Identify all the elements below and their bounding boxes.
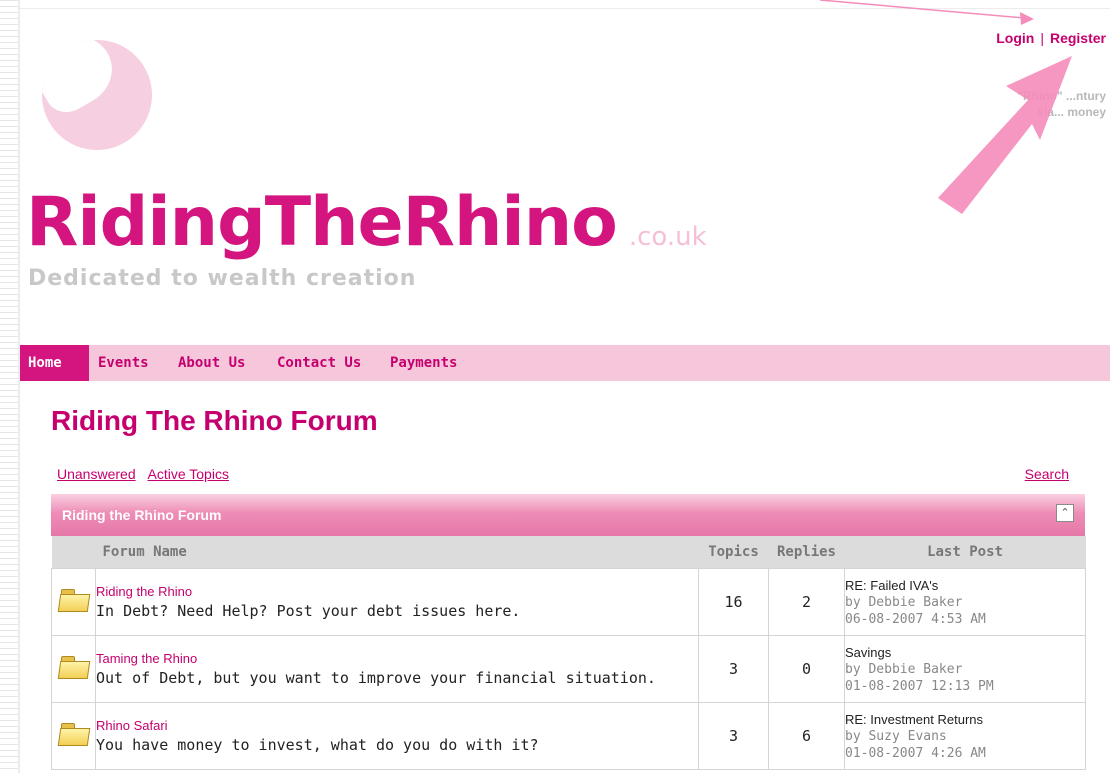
last-post-author: by Suzy Evans (845, 728, 947, 744)
annotation-big-arrow-icon (938, 56, 1072, 214)
folder-icon (51, 568, 96, 636)
table-row: Rhino Safari You have money to invest, w… (51, 702, 1086, 770)
replies-count: 0 (768, 635, 845, 703)
last-post-date: 06-08-2007 4:53 AM (845, 611, 986, 627)
folder-icon (51, 635, 96, 703)
table-row: Riding the Rhino In Debt? Need Help? Pos… (51, 568, 1086, 636)
header-icon-spacer (51, 536, 96, 569)
forum-description: You have money to invest, what do you do… (96, 736, 539, 754)
forum-group-title: Riding the Rhino Forum (62, 507, 222, 523)
collapse-icon[interactable]: ⌃ (1056, 504, 1074, 522)
nav-home[interactable]: Home (20, 345, 89, 381)
forum-group-header: Riding the Rhino Forum ⌃ (51, 494, 1085, 536)
last-post-link[interactable]: RE: Failed IVA's (845, 577, 1085, 594)
replies-count: 2 (768, 568, 845, 636)
tagline-line-2: sla... money (1037, 105, 1106, 119)
forum-name-cell: Rhino Safari You have money to invest, w… (95, 702, 699, 770)
topics-count: 3 (698, 702, 769, 770)
last-post-author: by Debbie Baker (845, 661, 963, 677)
forum-link[interactable]: Rhino Safari (96, 718, 698, 733)
nav-about-us[interactable]: About Us (178, 345, 245, 381)
topics-count: 3 (698, 635, 769, 703)
page-title: Riding The Rhino Forum (51, 405, 378, 436)
table-header-row: Forum Name Topics Replies Last Post (51, 536, 1086, 569)
header-topics: Topics (698, 536, 769, 569)
left-margin-border (18, 0, 20, 773)
site-subtitle: Dedicated to wealth creation (28, 266, 417, 291)
nav-payments[interactable]: Payments (390, 345, 457, 381)
link-separator: | (1040, 30, 1044, 46)
forum-link[interactable]: Taming the Rhino (96, 651, 698, 666)
last-post-cell: Savings by Debbie Baker 01-08-2007 12:13… (844, 635, 1086, 703)
nav-contact-us[interactable]: Contact Us (277, 345, 361, 381)
topics-count: 16 (698, 568, 769, 636)
register-link[interactable]: Register (1050, 30, 1106, 46)
forum-description: Out of Debt, but you want to improve you… (96, 669, 656, 687)
last-post-link[interactable]: Savings (845, 644, 1085, 661)
forum-name-cell: Riding the Rhino In Debt? Need Help? Pos… (95, 568, 699, 636)
brand-name: RidingTheRhino (26, 183, 618, 262)
annotation-thin-arrow-line (819, 0, 1025, 19)
brand-tld: .co.uk (628, 222, 707, 252)
last-post-link[interactable]: RE: Investment Returns (845, 711, 1085, 728)
forum-description: In Debt? Need Help? Post your debt issue… (96, 602, 521, 620)
forum-table: Forum Name Topics Replies Last Post Ridi… (51, 536, 1086, 770)
tagline-line-1: "Rhino" ...ntury (1017, 89, 1106, 103)
top-border (20, 8, 1110, 9)
last-post-author: by Debbie Baker (845, 594, 963, 610)
login-link[interactable]: Login (996, 30, 1034, 46)
main-nav: Home Events About Us Contact Us Payments (20, 345, 1110, 381)
header-last-post: Last Post (844, 536, 1086, 569)
annotation-thin-arrow-head (1020, 12, 1034, 25)
folder-icon (51, 702, 96, 770)
account-links: Login | Register (996, 30, 1106, 46)
rhino-logo-icon (42, 40, 152, 150)
nav-events[interactable]: Events (98, 345, 149, 381)
table-row: Taming the Rhino Out of Debt, but you wa… (51, 635, 1086, 703)
last-post-date: 01-08-2007 4:26 AM (845, 745, 986, 761)
left-ruled-margin (0, 0, 18, 773)
replies-count: 6 (768, 702, 845, 770)
active-topics-link[interactable]: Active Topics (148, 466, 229, 482)
forum-link[interactable]: Riding the Rhino (96, 584, 698, 599)
header-tagline: "Rhino" ...ntury sla... money (926, 88, 1106, 120)
search-link[interactable]: Search (1025, 466, 1069, 482)
unanswered-link[interactable]: Unanswered (57, 466, 136, 482)
forum-quick-links: Unanswered Active Topics (57, 466, 229, 482)
forum-name-cell: Taming the Rhino Out of Debt, but you wa… (95, 635, 699, 703)
header-replies: Replies (768, 536, 845, 569)
header-forum-name: Forum Name (95, 536, 699, 569)
last-post-date: 01-08-2007 12:13 PM (845, 678, 994, 694)
last-post-cell: RE: Failed IVA's by Debbie Baker 06-08-2… (844, 568, 1086, 636)
last-post-cell: RE: Investment Returns by Suzy Evans 01-… (844, 702, 1086, 770)
